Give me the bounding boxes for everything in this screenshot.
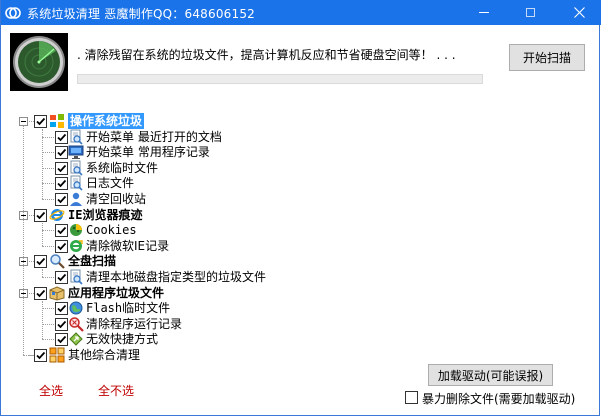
tree-group-label: 全盘扫描 [68, 254, 117, 269]
tree-connector [42, 339, 54, 341]
start-scan-button[interactable]: 开始扫描 [509, 44, 585, 71]
minimize-icon [479, 12, 489, 13]
globe-icon [69, 301, 83, 315]
tree-connector [42, 152, 54, 154]
title-bar[interactable]: 系统垃圾清理 恶魔制作QQ：648606152 [1, 0, 601, 25]
tree-item-label: 开始菜单 常用程序记录 [86, 145, 210, 160]
tree-checkbox[interactable] [55, 333, 68, 347]
tree-item-label: 日志文件 [86, 176, 135, 191]
tree-connector [42, 136, 54, 138]
search-document-icon [70, 160, 83, 176]
select-all-link[interactable]: 全选 [39, 382, 63, 399]
tree-checkbox[interactable] [34, 255, 47, 269]
search-document-icon [70, 269, 83, 285]
monitor-icon [68, 145, 84, 160]
radar-logo [10, 33, 68, 91]
tree-connector [42, 129, 43, 199]
select-none-link[interactable]: 全不选 [98, 382, 134, 399]
ie-refresh-icon [70, 239, 83, 252]
window-title: 系统垃圾清理 恶魔制作QQ：648606152 [27, 7, 256, 21]
tree-checkbox[interactable] [34, 286, 47, 300]
app-icon [5, 7, 21, 19]
tree-group-label: 操作系统垃圾 [68, 113, 145, 129]
maximize-button[interactable] [507, 0, 553, 25]
tree-checkbox[interactable] [34, 115, 47, 128]
tree-checkbox[interactable] [55, 239, 68, 253]
magnifier-red-icon [69, 317, 84, 332]
tree-connector [42, 323, 54, 325]
magnifier-icon [50, 254, 65, 270]
user-icon [70, 192, 82, 206]
tree-item-label: 系统临时文件 [86, 160, 159, 175]
tree-connector [42, 300, 43, 340]
force-delete-label: 暴力删除文件(需要加载驱动) [422, 392, 576, 406]
main-window: 系统垃圾清理 恶魔制作QQ：648606152 . 清除残留在系统的垃圾文件，提… [0, 0, 601, 416]
tree-connector [42, 199, 54, 200]
tree-checkbox[interactable] [55, 224, 68, 238]
tree-group-label: IE浏览器痕迹 [68, 207, 143, 222]
tree-connector [42, 308, 54, 310]
tree-connector [42, 245, 54, 247]
search-document-icon [70, 129, 83, 145]
tree-checkbox[interactable] [55, 317, 68, 331]
minimize-button[interactable] [461, 0, 507, 25]
maximize-icon [525, 8, 535, 17]
tree-checkbox[interactable] [55, 130, 68, 144]
cookie-icon [70, 224, 82, 237]
windows-logo-icon [50, 114, 64, 128]
tree-item-label: 清空回收站 [86, 192, 147, 206]
tree-connector [42, 230, 54, 232]
tree-checkbox[interactable] [55, 193, 68, 206]
tree-checkbox[interactable] [55, 302, 68, 316]
tree-checkbox[interactable] [55, 177, 68, 191]
tree-connector [42, 269, 43, 277]
tree-checkbox[interactable] [55, 271, 68, 284]
tree-checkbox[interactable] [55, 146, 68, 160]
ie-icon [49, 208, 65, 221]
tree-item-label: 开始菜单 最近打开的文档 [86, 129, 222, 144]
package-icon [49, 286, 65, 301]
tree-checkbox[interactable] [55, 161, 68, 175]
tree-connector [23, 126, 24, 355]
tree-checkbox[interactable] [34, 208, 47, 222]
tree-item-label: 清除程序运行记录 [86, 316, 183, 331]
tree-connector [42, 222, 43, 246]
shortcut-icon [69, 332, 83, 347]
load-driver-button[interactable]: 加载驱动(可能误报) [428, 364, 553, 386]
force-delete-checkbox[interactable] [405, 391, 418, 404]
tree-item-label: Flash临时文件 [86, 301, 171, 316]
description-text: . 清除残留在系统的垃圾文件，提高计算机反应和节省硬盘空间等！ . . . [77, 48, 456, 62]
tree-connector [42, 277, 54, 278]
tree-group-label: 其他综合清理 [68, 348, 141, 362]
tree-checkbox[interactable] [34, 349, 47, 362]
tree-item-label: 清理本地磁盘指定类型的垃圾文件 [86, 270, 267, 284]
tree-connector [42, 183, 54, 185]
search-document-icon [70, 175, 83, 191]
close-button[interactable] [556, 0, 601, 25]
tree-group-label: 应用程序垃圾文件 [68, 285, 165, 300]
scan-progress-bar [77, 74, 483, 84]
tree-expander[interactable] [19, 117, 28, 126]
tree-item-label: Cookies [86, 223, 137, 238]
tree-item-label: 无效快捷方式 [86, 332, 159, 347]
tree-item-label: 清除微软IE记录 [86, 238, 170, 253]
grid-icon [49, 347, 65, 363]
tree-connector [42, 167, 54, 169]
close-icon [573, 7, 585, 18]
